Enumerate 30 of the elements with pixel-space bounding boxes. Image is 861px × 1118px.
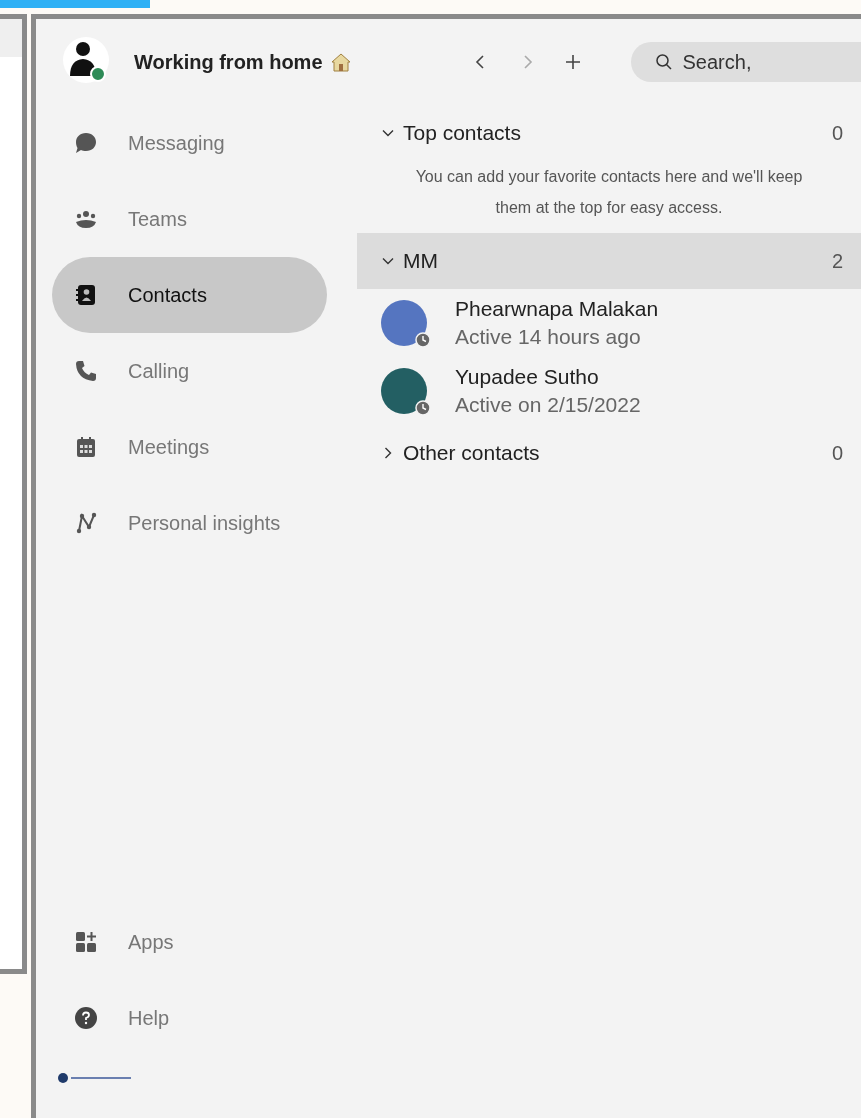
calendar-icon [74, 435, 98, 459]
status-text[interactable]: Working from home [134, 50, 323, 74]
sidebar-item[interactable]: Meetings [52, 409, 327, 485]
address-book-icon [74, 283, 98, 307]
plus-icon[interactable] [564, 54, 581, 70]
chat-bubble-icon [74, 131, 98, 155]
sidebar-item[interactable]: Messaging [52, 105, 327, 181]
apps-grid-icon [74, 930, 98, 954]
search-field[interactable]: Search, [630, 42, 861, 82]
search-icon [654, 53, 673, 71]
empty-message: You can add your favorite contacts here and we'll keep them at the top for easy access. [414, 167, 804, 218]
contact-item[interactable]: Phearwnapa Malakan Active 14 hours ago [357, 289, 861, 357]
avatar-placeholder [381, 368, 427, 414]
connected-nodes-icon [74, 511, 98, 535]
help-icon [74, 1006, 98, 1030]
group-header[interactable]: MM 2 [357, 233, 861, 289]
sidebar-item[interactable]: Help [52, 980, 327, 1056]
sidebar-item[interactable]: Calling [52, 333, 327, 409]
user-avatar-icon[interactable] [62, 36, 110, 84]
phone-icon [74, 359, 98, 383]
sidebar-item[interactable]: Personal insights [52, 485, 327, 561]
sidebar-item[interactable]: Teams [52, 181, 327, 257]
sidebar-item[interactable]: Apps [52, 904, 327, 980]
clock-icon [415, 332, 431, 348]
contact-item[interactable]: Yupadee Sutho Active on 2/15/2022 [357, 357, 861, 425]
avatar-placeholder [381, 300, 427, 346]
clock-icon [415, 400, 431, 416]
group-header[interactable]: Other contacts 0 [357, 425, 861, 481]
sidebar-item[interactable]: Contacts [52, 257, 327, 333]
group-header[interactable]: Top contacts 0 [357, 105, 861, 161]
